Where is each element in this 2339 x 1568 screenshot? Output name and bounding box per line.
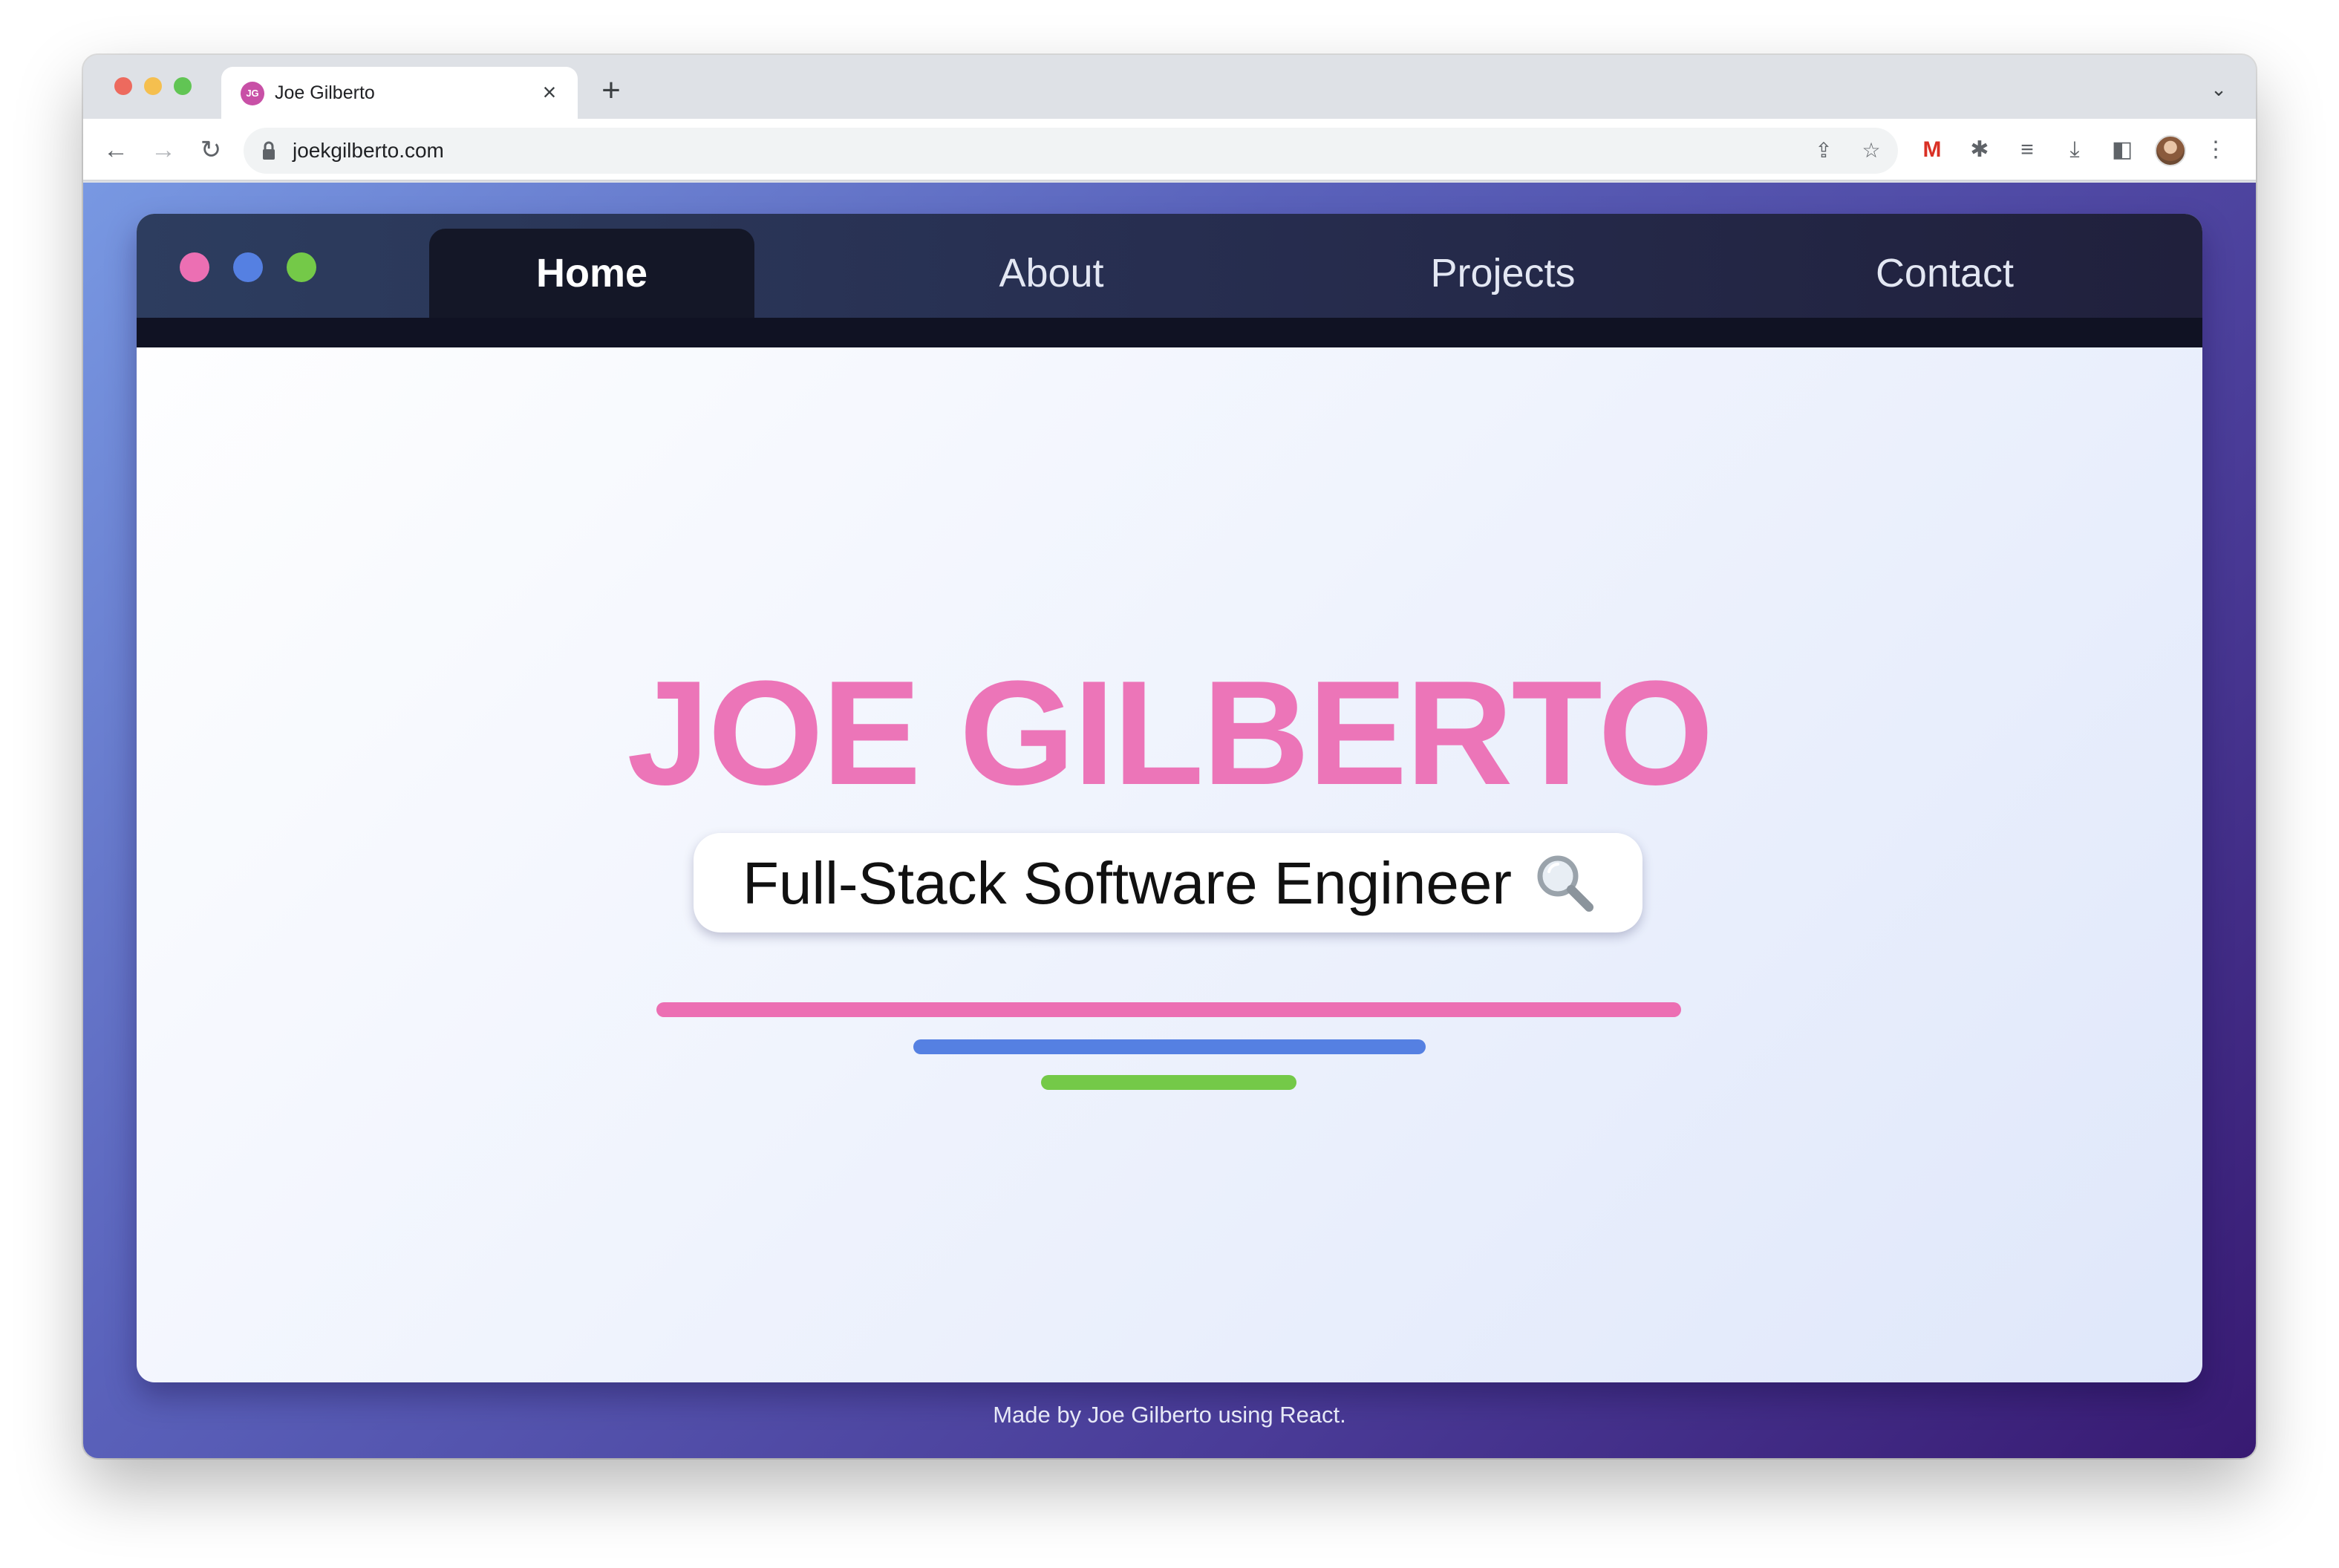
role-text: Full-Stack Software Engineer (743, 850, 1513, 916)
nav-projects-tab[interactable]: Projects (1347, 229, 1659, 318)
site-footer: Made by Joe Gilberto using React. (993, 1402, 1346, 1428)
favicon-icon: JG (241, 82, 264, 105)
magnifier-icon (1537, 855, 1593, 912)
browser-window: JG Joe Gilberto × + ⌄ ← → ↻ joekgilberto… (83, 55, 2256, 1458)
close-window-button[interactable] (114, 77, 132, 95)
media-icon[interactable]: ≡ (2011, 134, 2043, 166)
browser-toolbar: ← → ↻ joekgilberto.com ⇪ ☆ M ✱ ≡ ⤓ ◧ ⋮ (83, 119, 2256, 181)
puzzle-icon[interactable]: ✱ (1963, 134, 1996, 166)
minimize-window-button[interactable] (144, 77, 162, 95)
back-arrow-icon[interactable]: ← (98, 132, 134, 168)
navbar-divider (137, 318, 2202, 347)
url-text[interactable]: joekgilberto.com (293, 137, 444, 164)
nav-home-tab[interactable]: Home (429, 229, 754, 318)
forward-arrow-icon[interactable]: → (146, 132, 181, 168)
hero-name: JOE GILBERTO (627, 650, 1713, 816)
nav-about-tab[interactable]: About (925, 229, 1178, 318)
nav-contact-tab[interactable]: Contact (1785, 229, 2104, 318)
tab-search-chevron-icon[interactable]: ⌄ (2204, 74, 2234, 104)
tab-title: Joe Gilberto (275, 82, 375, 103)
green-accent-bar (1041, 1075, 1296, 1090)
blue-dot-icon (233, 252, 263, 282)
green-dot-icon (287, 252, 316, 282)
pink-dot-icon (180, 252, 209, 282)
share-icon[interactable]: ⇪ (1809, 136, 1839, 166)
lock-icon (263, 141, 275, 160)
tab-close-icon[interactable]: × (535, 77, 564, 107)
tab-strip: JG Joe Gilberto × + ⌄ (83, 55, 2256, 119)
page-viewport: Home About Projects Contact JOE GILBERTO… (83, 183, 2256, 1458)
profile-avatar[interactable] (2155, 135, 2186, 166)
pink-accent-bar (656, 1002, 1681, 1017)
site-navbar: Home About Projects Contact (137, 214, 2202, 318)
browser-tab[interactable]: JG Joe Gilberto × (221, 67, 578, 119)
maximize-window-button[interactable] (174, 77, 192, 95)
blue-accent-bar (913, 1039, 1426, 1054)
browser-menu-icon[interactable]: ⋮ (2199, 134, 2232, 166)
download-icon[interactable]: ⤓ (2058, 134, 2091, 166)
side-panel-icon[interactable]: ◧ (2106, 134, 2139, 166)
bookmark-star-icon[interactable]: ☆ (1856, 136, 1886, 166)
reload-icon[interactable]: ↻ (193, 132, 229, 168)
gmail-icon[interactable]: M (1916, 134, 1948, 166)
address-bar[interactable]: joekgilberto.com ⇪ ☆ (244, 128, 1898, 174)
site-card: Home About Projects Contact JOE GILBERTO… (137, 214, 2202, 1382)
role-search-box: Full-Stack Software Engineer (694, 833, 1642, 932)
new-tab-button[interactable]: + (593, 73, 630, 110)
